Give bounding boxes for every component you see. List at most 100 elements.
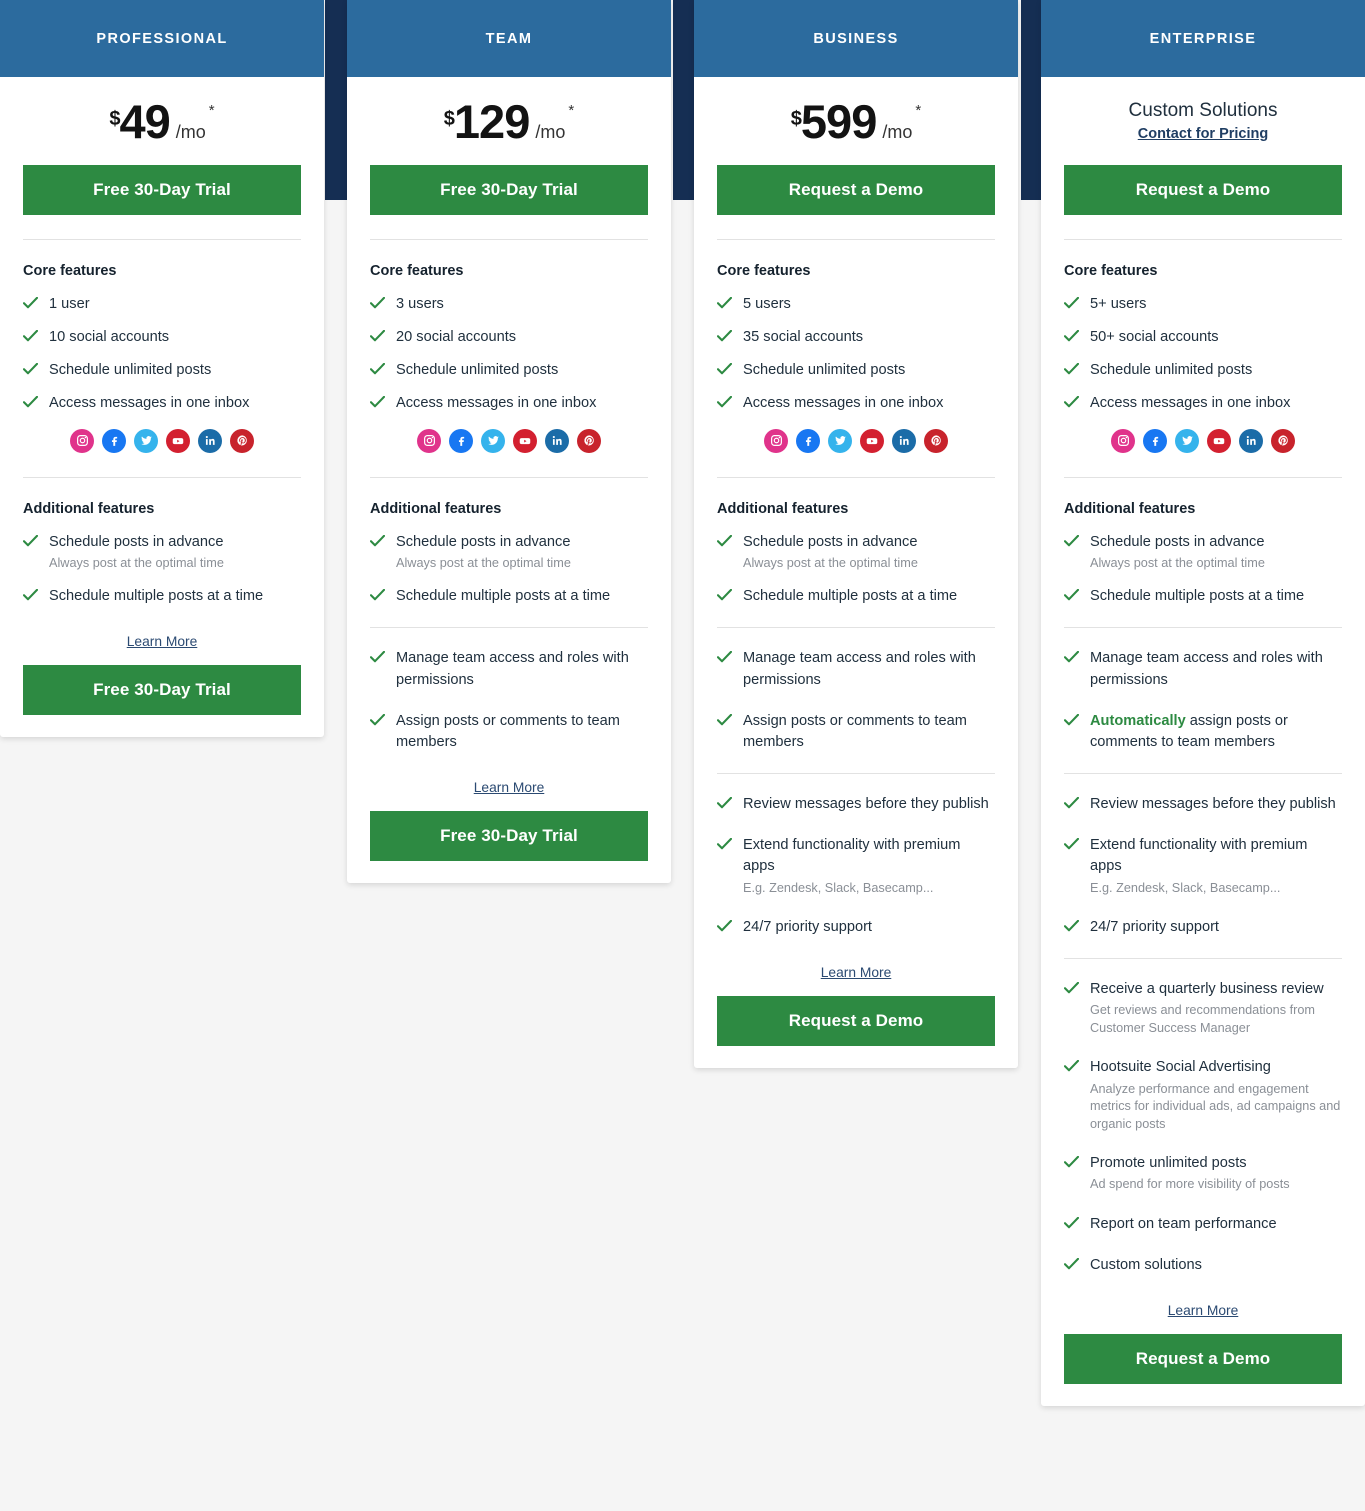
pricing-card-business: BUSINESS $599/mo * Request a Demo Core featu… — [694, 0, 1018, 1069]
feature-text: Schedule posts in advance Always post at … — [1090, 532, 1265, 573]
checkmark-icon — [717, 534, 733, 547]
checkmark-icon — [717, 797, 733, 809]
feature-item: Extend functionality with premium apps E.… — [1064, 835, 1342, 897]
price-amount: 129 — [453, 94, 530, 148]
feature-text: Schedule unlimited posts — [396, 362, 559, 379]
additional-features-title: Additional features — [23, 500, 155, 517]
feature-list: Manage team access and roles with permis… — [1064, 648, 1342, 753]
checkmark-icon — [23, 396, 39, 408]
plan-name: PROFESSIONAL — [96, 30, 228, 47]
section-divider — [1064, 476, 1342, 478]
checkmark-icon — [717, 838, 733, 850]
feature-group-divider — [1064, 958, 1342, 960]
feature-item: Review messages before they publish — [717, 794, 995, 815]
section-divider — [370, 476, 648, 478]
feature-subtext: Always post at the optimal time — [1090, 555, 1265, 570]
social-networks-row — [370, 428, 648, 453]
learn-more-container: Learn More — [717, 964, 995, 982]
feature-text: 20 social accounts — [396, 329, 517, 346]
feature-text: Manage team access and roles with permis… — [396, 650, 629, 688]
checkmark-icon — [1064, 330, 1080, 342]
feature-text: Schedule posts in advance Always post at … — [49, 532, 224, 573]
top-cta-button-business[interactable]: Request a Demo — [717, 165, 995, 215]
feature-item: Access messages in one inbox — [717, 393, 995, 414]
core-features-title: Core features — [717, 263, 811, 279]
learn-more-container: Learn More — [370, 779, 648, 797]
feature-text: Access messages in one inbox — [743, 395, 944, 412]
feature-list: Schedule posts in advance Always post at … — [1064, 532, 1342, 608]
checkmark-icon — [23, 589, 39, 601]
feature-text: Schedule multiple posts at a time — [49, 588, 264, 605]
feature-list: Receive a quarterly business review Get r… — [1064, 979, 1342, 1276]
instagram-icon — [764, 428, 788, 453]
feature-item: Access messages in one inbox — [370, 393, 648, 414]
linkedin-icon — [198, 428, 222, 453]
custom-price-block: Custom Solutions Contact for Pricing — [1064, 77, 1342, 165]
pricing-card-professional: PROFESSIONAL $49/mo * Free 30-Day Trial Core… — [0, 0, 324, 738]
feature-text: Assign posts or comments to team members — [743, 712, 967, 750]
learn-more-link-enterprise[interactable]: Learn More — [1168, 1303, 1239, 1318]
section-divider — [23, 476, 301, 478]
plan-header-enterprise: ENTERPRISE — [1041, 0, 1365, 77]
feature-text: Receive a quarterly business review Get r… — [1090, 979, 1342, 1037]
checkmark-icon — [717, 396, 733, 408]
instagram-icon — [1111, 428, 1135, 453]
learn-more-link-professional[interactable]: Learn More — [127, 634, 198, 649]
feature-text: Extend functionality with premium apps E.… — [743, 835, 995, 897]
feature-item: Access messages in one inbox — [1064, 393, 1342, 414]
pricing-card-enterprise: ENTERPRISE Custom Solutions Contact for Pr… — [1041, 0, 1365, 1407]
feature-text: 5+ users — [1090, 296, 1147, 312]
additional-features-title: Additional features — [717, 500, 849, 517]
feature-item: Schedule unlimited posts — [370, 360, 648, 381]
price-amount: 599 — [800, 94, 877, 148]
checkmark-icon — [370, 534, 386, 547]
top-cta-button-professional[interactable]: Free 30-Day Trial — [23, 165, 301, 215]
checkmark-icon — [1064, 1257, 1080, 1270]
feature-group-divider — [1064, 773, 1342, 775]
feature-text: Manage team access and roles with permis… — [743, 650, 976, 688]
price: $129/mo * — [444, 98, 574, 145]
plan-header-professional: PROFESSIONAL — [0, 0, 324, 77]
plan-header-business: BUSINESS — [694, 0, 1018, 77]
feature-list: Schedule posts in advance Always post at … — [717, 532, 995, 608]
feature-list: Schedule posts in advance Always post at … — [23, 532, 301, 608]
learn-more-link-business[interactable]: Learn More — [821, 965, 892, 980]
currency-symbol: $ — [109, 107, 120, 130]
checkmark-icon — [717, 330, 733, 342]
price: $599/mo * — [791, 98, 921, 145]
checkmark-icon — [1064, 297, 1080, 309]
pricing-table: PROFESSIONAL $49/mo * Free 30-Day Trial Core… — [0, 0, 1365, 1511]
learn-more-link-team[interactable]: Learn More — [474, 780, 545, 795]
feature-item: 24/7 priority support — [1064, 917, 1342, 938]
additional-features-title: Additional features — [370, 500, 502, 517]
checkmark-icon — [370, 713, 386, 726]
feature-item: Assign posts or comments to team members — [370, 711, 648, 753]
feature-text: 10 social accounts — [49, 329, 170, 346]
bottom-cta-button-business[interactable]: Request a Demo — [717, 996, 995, 1047]
instagram-icon — [70, 428, 94, 453]
feature-list: Manage team access and roles with permis… — [370, 648, 648, 753]
feature-item: Review messages before they publish — [1064, 794, 1342, 815]
bottom-cta-button-professional[interactable]: Free 30-Day Trial — [23, 665, 301, 716]
checkmark-icon — [1064, 982, 1080, 994]
feature-group-divider — [1064, 627, 1342, 629]
twitter-icon — [1175, 428, 1199, 453]
plan-header-team: TEAM — [347, 0, 671, 77]
feature-item: Manage team access and roles with permis… — [717, 648, 995, 690]
contact-for-pricing-link[interactable]: Contact for Pricing — [1138, 126, 1269, 142]
core-features-title: Core features — [23, 263, 117, 279]
feature-list: 3 users 20 social accounts Schedule unlimi… — [370, 294, 648, 415]
bottom-cta-button-enterprise[interactable]: Request a Demo — [1064, 1334, 1342, 1385]
top-cta-button-enterprise[interactable]: Request a Demo — [1064, 165, 1342, 215]
feature-item: Schedule unlimited posts — [1064, 360, 1342, 381]
feature-text: Schedule unlimited posts — [49, 362, 212, 379]
feature-text: 3 users — [396, 296, 444, 312]
checkmark-icon — [23, 363, 39, 375]
top-cta-button-team[interactable]: Free 30-Day Trial — [370, 165, 648, 215]
checkmark-icon — [1064, 589, 1080, 601]
feature-text: Schedule multiple posts at a time — [396, 588, 611, 605]
bottom-cta-button-team[interactable]: Free 30-Day Trial — [370, 811, 648, 862]
feature-list: 1 user 10 social accounts Schedule unlimit… — [23, 294, 301, 415]
feature-subtext: Always post at the optimal time — [743, 555, 918, 570]
feature-item: 3 users — [370, 294, 648, 315]
